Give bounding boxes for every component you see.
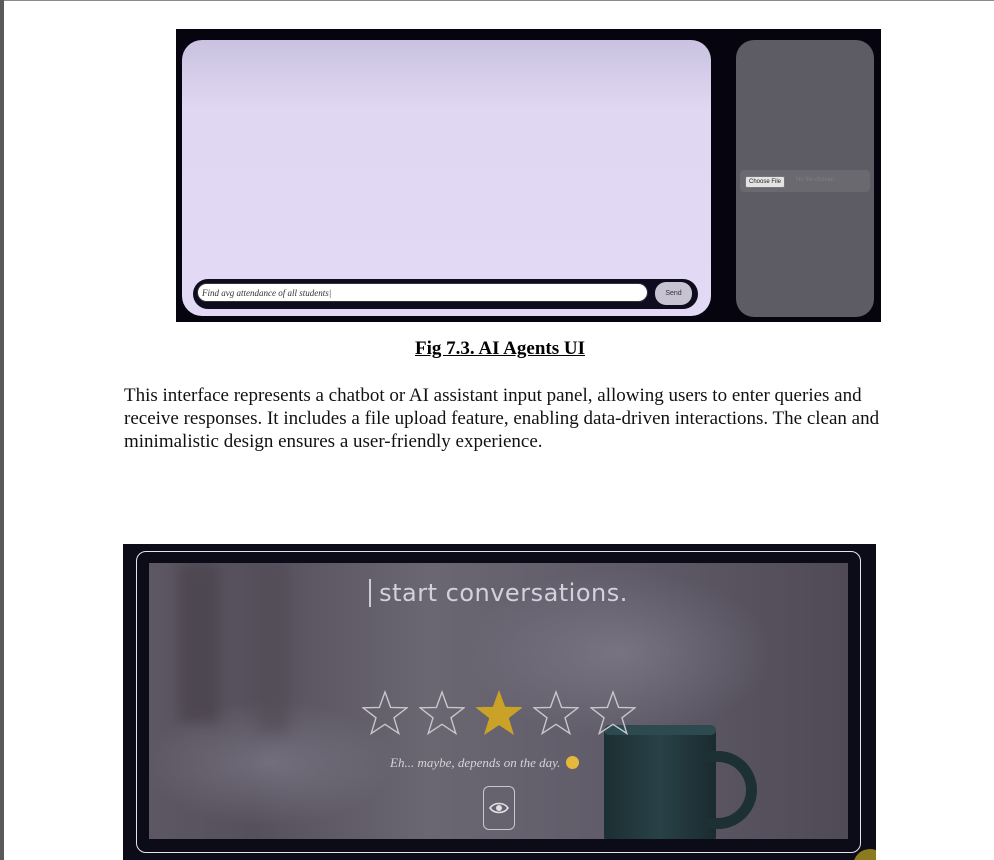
star-outline-icon[interactable] <box>419 690 465 736</box>
chat-input-bar: Find avg attendance of all students| Sen… <box>193 279 698 309</box>
ai-agents-ui-figure: Find avg attendance of all students| Sen… <box>176 29 881 322</box>
star-outline-icon[interactable] <box>362 690 408 736</box>
rating-feedback-text: Eh... maybe, depends on the day. <box>390 755 561 770</box>
file-upload-panel: Choose File No file chosen <box>736 40 874 317</box>
page-edge-left <box>0 0 4 860</box>
rating-feedback: Eh... maybe, depends on the day. <box>390 755 580 771</box>
page-edge-top <box>0 0 994 1</box>
mug-handle <box>705 751 757 829</box>
file-input[interactable]: Choose File No file chosen <box>740 170 870 192</box>
star-rating[interactable] <box>362 690 642 740</box>
choose-file-button[interactable]: Choose File <box>745 176 786 188</box>
star-outline-icon[interactable] <box>533 690 579 736</box>
grimace-emoji-icon <box>566 756 580 769</box>
chat-panel: Find avg attendance of all students| Sen… <box>182 40 711 316</box>
no-file-text: No file chosen <box>796 177 835 183</box>
figure-caption: Fig 7.3. AI Agents UI <box>415 338 585 359</box>
body-paragraph: This interface represents a chatbot or A… <box>124 385 880 452</box>
star-filled-icon[interactable] <box>476 690 522 736</box>
star-outline-icon[interactable] <box>590 690 636 736</box>
send-button[interactable]: Send <box>655 282 692 305</box>
headline: start conversations. <box>149 579 848 607</box>
eye-icon <box>489 802 509 814</box>
chat-input[interactable]: Find avg attendance of all students| <box>197 283 648 302</box>
headline-text: start conversations. <box>379 579 628 607</box>
background-photo: start conversations. Eh... maybe, depend… <box>149 563 848 839</box>
rating-ui-figure: start conversations. Eh... maybe, depend… <box>123 544 876 860</box>
text-cursor <box>369 579 372 607</box>
coffee-mug-image <box>604 725 716 839</box>
eye-button[interactable] <box>483 786 515 830</box>
